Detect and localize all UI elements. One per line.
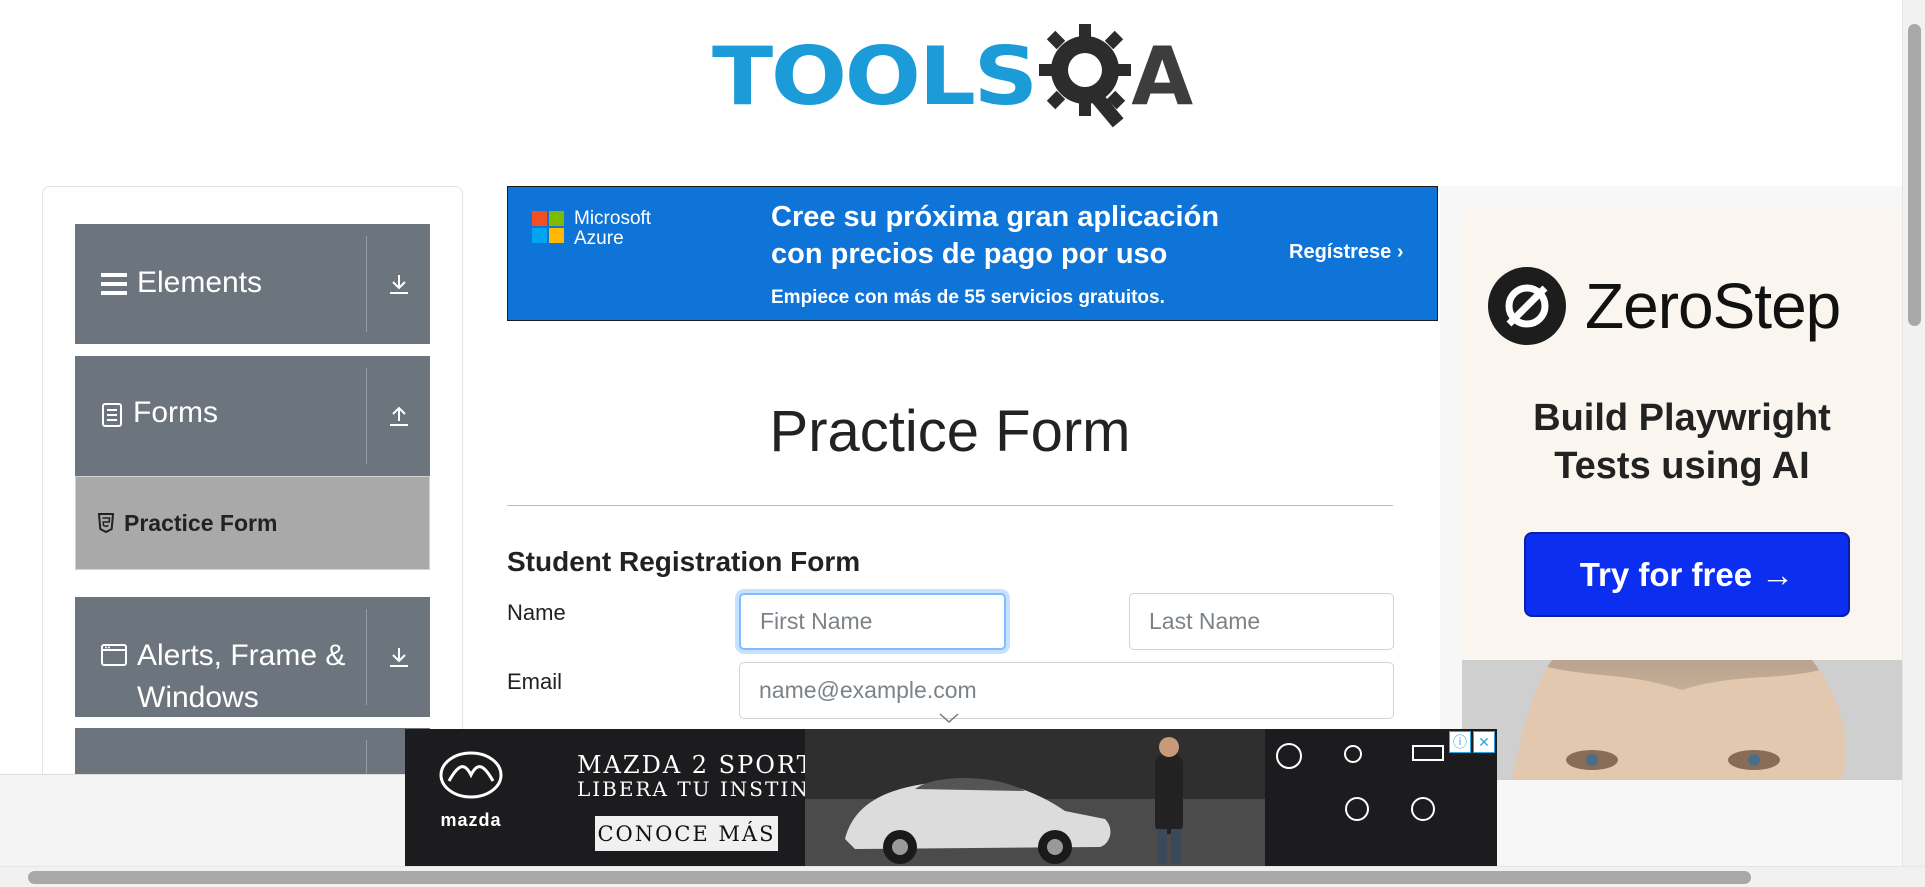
- logo-text: TOOLS: [712, 30, 1038, 123]
- car-photo: [805, 729, 1265, 866]
- zerostep-brand: ZeroStep: [1585, 270, 1841, 342]
- mazda-logo: mazda: [431, 751, 511, 831]
- last-name-input[interactable]: [1129, 593, 1394, 650]
- expand-toggle[interactable]: [366, 609, 430, 705]
- zerostep-ad[interactable]: ZeroStep Build Playwright Tests using AI…: [1462, 210, 1902, 660]
- ad-choices[interactable]: ⓘ ✕: [1449, 731, 1495, 753]
- azure-headline: Cree su próxima gran aplicación con prec…: [771, 199, 1219, 273]
- group-header: Elements: [75, 224, 366, 344]
- headline-line: MAZDA 2 SPORT: [577, 751, 815, 779]
- group-label-line2: Windows: [137, 681, 259, 714]
- upload-icon: [389, 406, 408, 426]
- try-for-free-button[interactable]: Try for free →: [1524, 532, 1850, 617]
- group-label: Elements: [137, 266, 263, 299]
- headline-line: LIBERA TU INSTINTO: [577, 777, 844, 801]
- ad-portrait-image: [1462, 660, 1902, 780]
- download-icon: [389, 275, 408, 294]
- sidebar-item-practice-form[interactable]: Practice Form: [75, 476, 430, 570]
- brand-line: Azure: [574, 228, 624, 249]
- headline-line: con precios de pago por uso: [771, 238, 1168, 270]
- azure-subtext: Empiece con más de 55 servicios gratuito…: [771, 287, 1165, 308]
- divider: [507, 505, 1393, 506]
- group-label: Alerts, Frame &: [137, 639, 346, 672]
- logo-suffix: A: [1131, 30, 1194, 123]
- mazda-banner-ad[interactable]: mazda MAZDA 2 SPORT LIBERA TU INSTINTO C…: [405, 729, 1497, 866]
- azure-banner-ad[interactable]: Microsoft Azure Cree su próxima gran apl…: [507, 186, 1438, 321]
- portrait-photo: [1462, 660, 1902, 780]
- chevron-down-icon: [939, 713, 959, 724]
- car-scene-image: [805, 729, 1265, 866]
- toolsqa-logo[interactable]: TOOLS A: [712, 22, 1193, 132]
- zerostep-logo-icon: [1488, 267, 1566, 345]
- form-heading: Student Registration Form: [507, 546, 861, 577]
- sidebar-group-forms[interactable]: Forms: [75, 356, 430, 476]
- conoce-mas-button[interactable]: CONOCE MÁS: [595, 816, 778, 851]
- azure-brand: Microsoft Azure: [574, 209, 651, 249]
- group-label: Forms: [133, 396, 218, 429]
- name-label: Name: [507, 600, 566, 625]
- tagline-line: Build Playwright: [1533, 397, 1831, 439]
- microsoft-logo-icon: [532, 211, 564, 243]
- email-label: Email: [507, 669, 563, 694]
- expand-toggle[interactable]: [366, 236, 430, 332]
- html5-icon: [98, 513, 114, 533]
- gear-icon: [1039, 24, 1132, 128]
- brand-line: Microsoft: [574, 208, 652, 229]
- info-icon[interactable]: ⓘ: [1449, 731, 1471, 753]
- email-input[interactable]: [739, 662, 1394, 719]
- scrollbar-thumb[interactable]: [28, 871, 1751, 884]
- zerostep-tagline: Build Playwright Tests using AI: [1462, 394, 1902, 490]
- document-icon: [102, 403, 122, 427]
- window-icon: [101, 644, 127, 666]
- page: TOOLS A Elements Forms Practice Form Ale…: [0, 0, 1902, 866]
- left-panel: Elements Forms Practice Form Alerts, Fra…: [42, 186, 463, 866]
- zerostep-logo: ZeroStep: [1487, 266, 1841, 346]
- download-icon: [389, 648, 408, 667]
- vertical-scrollbar[interactable]: [1902, 0, 1925, 866]
- page-title: Practice Form: [769, 399, 1131, 464]
- collapse-toggle[interactable]: [366, 368, 430, 464]
- sidebar-item-label: Practice Form: [124, 509, 278, 536]
- group-header: Forms: [75, 356, 366, 476]
- tagline-line: Tests using AI: [1554, 445, 1810, 487]
- mazda-logo-icon: [439, 751, 503, 799]
- first-name-input[interactable]: [739, 593, 1006, 650]
- scrollbar-thumb[interactable]: [1908, 24, 1921, 326]
- group-header: Alerts, Frame & Windows: [75, 597, 366, 717]
- hamburger-icon: [101, 273, 127, 295]
- headline-line: Cree su próxima gran aplicación: [771, 201, 1220, 233]
- mazda-brand: mazda: [440, 810, 502, 830]
- close-icon[interactable]: ✕: [1473, 731, 1495, 753]
- sidebar-group-alerts[interactable]: Alerts, Frame & Windows: [75, 597, 430, 717]
- sidebar-group-elements[interactable]: Elements: [75, 224, 430, 344]
- horizontal-scrollbar[interactable]: [0, 866, 1925, 887]
- mazda-headline: MAZDA 2 SPORT LIBERA TU INSTINTO: [577, 753, 843, 801]
- azure-register-link[interactable]: Regístrese ›: [1289, 241, 1404, 264]
